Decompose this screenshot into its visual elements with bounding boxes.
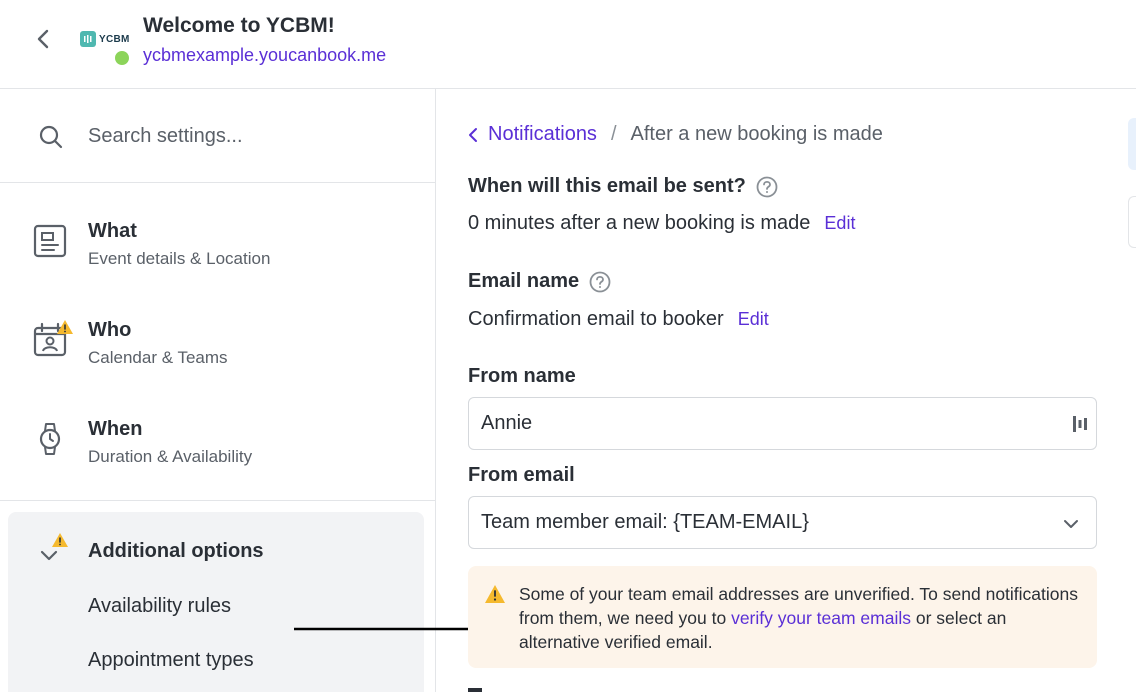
ycbm-logo: YCBM — [80, 31, 130, 47]
top-header: YCBM Welcome to YCBM! ycbmexample.youcan… — [0, 0, 1136, 89]
additional-options-title[interactable]: Additional options — [88, 540, 264, 563]
right-panel-edge — [1128, 196, 1136, 248]
warning-icon — [485, 585, 505, 603]
breadcrumb-notifications-link[interactable]: Notifications — [468, 123, 597, 146]
edit-email-name-link[interactable]: Edit — [738, 309, 769, 330]
document-icon — [33, 224, 67, 258]
breadcrumb-current: After a new booking is made — [630, 123, 883, 145]
breadcrumb-separator: / — [610, 123, 617, 145]
right-panel-edge — [1128, 118, 1136, 170]
email-name-value-row: Confirmation email to booker Edit — [468, 308, 769, 331]
send-time-label-row: When will this email be sent? — [468, 175, 778, 198]
next-field-edge — [468, 688, 482, 692]
sidebar-subitem-appointment-types[interactable]: Appointment types — [88, 649, 254, 672]
watch-icon — [39, 423, 61, 455]
search-bar — [0, 89, 435, 183]
from-name-field[interactable]: Annie — [468, 397, 1097, 450]
sidebar-divider — [0, 500, 435, 501]
sidebar-item-when[interactable]: When Duration & Availability — [0, 397, 435, 489]
sidebar-item-subtitle: Event details & Location — [88, 249, 271, 268]
back-button[interactable] — [28, 24, 58, 54]
verify-team-emails-link[interactable]: verify your team emails — [731, 608, 911, 628]
logo-mark-icon — [80, 31, 96, 47]
from-name-label: From name — [468, 365, 576, 387]
breadcrumb: Notifications / After a new booking is m… — [468, 123, 883, 146]
send-time-value-row: 0 minutes after a new booking is made Ed… — [468, 212, 855, 235]
sidebar-item-title: When — [88, 418, 143, 440]
alert-message: Some of your team email addresses are un… — [519, 582, 1089, 654]
additional-options-section: Additional options Availability rules Ap… — [8, 512, 424, 692]
settings-sidebar: What Event details & Location Who Calend… — [0, 89, 436, 692]
sidebar-subitem-availability-rules[interactable]: Availability rules — [88, 595, 231, 618]
sidebar-item-title: What — [88, 220, 137, 242]
search-icon — [39, 125, 63, 149]
from-email-label: From email — [468, 464, 575, 486]
sidebar-item-subtitle: Duration & Availability — [88, 447, 253, 466]
status-indicator — [113, 49, 131, 67]
send-time-value: 0 minutes after a new booking is made — [468, 212, 811, 234]
notification-settings-panel: Notifications / After a new booking is m… — [436, 89, 1136, 692]
page-title: Welcome to YCBM! — [143, 14, 335, 37]
send-time-label: When will this email be sent? — [468, 175, 746, 197]
email-name-label-row: Email name — [468, 270, 611, 293]
chevron-left-icon — [469, 127, 477, 142]
chevron-left-icon — [37, 29, 49, 49]
from-email-select[interactable]: Team member email: {TEAM-EMAIL} — [468, 496, 1097, 549]
warning-icon — [57, 320, 73, 334]
logo-text: YCBM — [99, 33, 130, 45]
edit-send-time-link[interactable]: Edit — [824, 213, 855, 234]
breadcrumb-parent-label: Notifications — [488, 123, 597, 145]
sidebar-item-subtitle: Calendar & Teams — [88, 348, 228, 367]
chevron-down-icon — [1064, 520, 1078, 528]
variable-picker-icon[interactable] — [1072, 414, 1088, 434]
help-icon[interactable] — [589, 271, 611, 293]
booking-page-link[interactable]: ycbmexample.youcanbook.me — [143, 45, 386, 66]
sidebar-item-who[interactable]: Who Calendar & Teams — [0, 298, 435, 390]
from-name-value: Annie — [481, 412, 533, 434]
email-name-label: Email name — [468, 270, 580, 292]
help-icon[interactable] — [756, 176, 778, 198]
from-email-selected: Team member email: {TEAM-EMAIL} — [481, 511, 809, 533]
warning-icon — [52, 533, 68, 547]
email-name-value: Confirmation email to booker — [468, 308, 724, 330]
unverified-email-alert: Some of your team email addresses are un… — [468, 566, 1097, 668]
sidebar-item-what[interactable]: What Event details & Location — [0, 199, 435, 291]
sidebar-item-title: Who — [88, 319, 132, 341]
search-input[interactable] — [88, 119, 408, 153]
